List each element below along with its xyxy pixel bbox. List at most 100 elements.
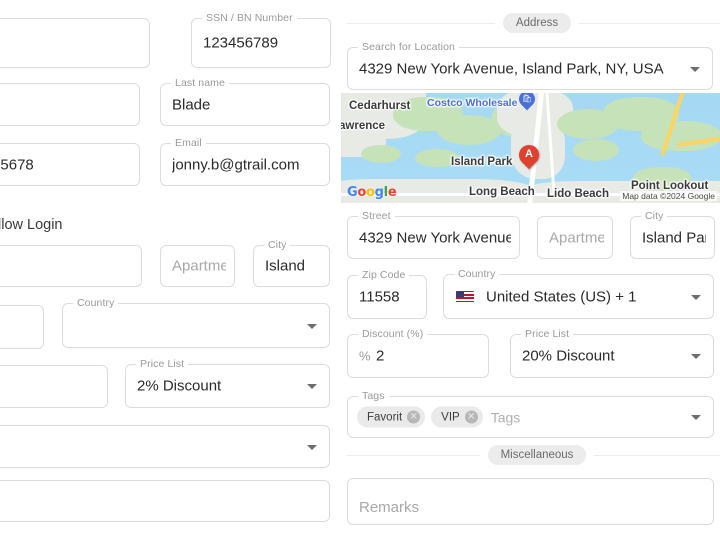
tag-chip-label: VIP bbox=[441, 411, 460, 423]
last-name-label: Last name bbox=[171, 77, 229, 90]
remarks-field[interactable]: Remarks bbox=[347, 478, 714, 525]
search-location-select[interactable]: Search for Location 4329 New York Avenue… bbox=[347, 41, 713, 90]
left-country-label: Country bbox=[73, 297, 119, 310]
address-section-header: Address bbox=[347, 13, 720, 33]
google-logo: Google bbox=[347, 185, 397, 200]
zip-code-value: 11558 bbox=[359, 288, 400, 306]
us-flag-icon bbox=[456, 290, 474, 303]
tag-chip-list: Favorit ✕ VIP ✕ Tags bbox=[357, 406, 521, 428]
discount-field[interactable]: Discount (%) % 2 bbox=[347, 328, 489, 378]
zip-code-label: Zip Code bbox=[358, 269, 410, 282]
account-name-value: LTD bbox=[0, 35, 141, 52]
price-list-value: 20% Discount bbox=[522, 347, 615, 365]
ssn-bn-number-label: SSN / BN Number bbox=[202, 12, 297, 25]
zip-code-field[interactable]: Zip Code 11558 bbox=[347, 269, 427, 319]
chevron-down-icon[interactable] bbox=[690, 66, 700, 72]
divider-left bbox=[347, 454, 480, 456]
street-field[interactable]: Street 4329 New York Avenue bbox=[347, 210, 520, 259]
email-value: jonny.b@gtrail.com bbox=[172, 156, 300, 173]
left-apartment-placeholder: Apartme… bbox=[172, 257, 226, 275]
divider-left bbox=[347, 22, 495, 24]
left-price-list-value: 2% Discount bbox=[137, 377, 222, 395]
ssn-bn-number-value: 123456789 bbox=[203, 34, 279, 52]
left-city-label: City bbox=[264, 239, 291, 252]
chevron-down-icon[interactable] bbox=[307, 323, 317, 329]
email-label: Email bbox=[171, 137, 206, 150]
country-value: United States (US) + 1 bbox=[486, 288, 637, 305]
divider-right bbox=[579, 22, 720, 24]
first-name-value: ny bbox=[0, 96, 131, 113]
chevron-down-icon[interactable] bbox=[691, 354, 701, 359]
city-label: City bbox=[641, 210, 668, 223]
email-field[interactable]: Email jonny.b@gtrail.com bbox=[160, 137, 330, 186]
country-select[interactable]: Country United States (US) + 1 bbox=[443, 268, 714, 319]
tag-chip[interactable]: VIP ✕ bbox=[431, 406, 483, 428]
map-label-lawrence: awrence bbox=[341, 120, 386, 132]
left-country-select[interactable]: Country bbox=[62, 297, 330, 348]
map-label-costco: Costco Wholesale bbox=[427, 97, 518, 109]
street-label: Street bbox=[358, 210, 395, 223]
search-location-label: Search for Location bbox=[358, 41, 459, 54]
percent-prefix-icon: % bbox=[359, 348, 371, 364]
apartment-placeholder: Apartme… bbox=[549, 229, 604, 246]
left-remarks-field[interactable] bbox=[0, 480, 330, 522]
map-label-island-park: Island Park bbox=[451, 156, 513, 168]
left-price-list-select[interactable]: Price List 2% Discount bbox=[125, 358, 330, 408]
left-price-list-label: Price List bbox=[136, 358, 189, 371]
phone-value: 700)123-45678 bbox=[0, 156, 34, 173]
tags-placeholder: Tags bbox=[490, 409, 521, 425]
first-name-field[interactable]: name ny bbox=[0, 83, 140, 126]
map-green bbox=[573, 139, 619, 161]
apartment-field[interactable]: Apartme… bbox=[537, 216, 613, 259]
tags-select[interactable]: Tags Favorit ✕ VIP ✕ Tags bbox=[347, 390, 714, 438]
remarks-placeholder: Remarks bbox=[359, 499, 420, 516]
phone-field[interactable]: e 700)123-45678 bbox=[0, 143, 140, 186]
miscellaneous-section-header: Miscellaneous bbox=[347, 445, 720, 465]
left-city-value: Island bbox=[265, 257, 306, 275]
tags-label: Tags bbox=[358, 390, 389, 403]
map-label-long-beach: Long Beach bbox=[469, 186, 535, 198]
left-apartment-field[interactable]: Apartme… bbox=[160, 245, 235, 287]
price-list-label: Price List bbox=[521, 328, 574, 341]
discount-label: Discount (%) bbox=[358, 328, 428, 341]
left-discount-field[interactable]: ount (%) bbox=[0, 365, 108, 408]
map-green bbox=[361, 145, 401, 163]
costco-map-pin-icon: 🛍 bbox=[515, 93, 539, 113]
discount-value: 2 bbox=[376, 347, 385, 365]
close-icon[interactable]: ✕ bbox=[407, 410, 421, 424]
street-value: 4329 New York Avenue bbox=[359, 229, 511, 246]
city-value: Island Par bbox=[642, 229, 706, 246]
customer-form-screen: t Name LTD SSN / BN Number 123456789 nam… bbox=[0, 0, 720, 540]
close-icon[interactable]: ✕ bbox=[464, 410, 478, 424]
tag-chip-label: Favorit bbox=[367, 411, 403, 423]
account-name-field[interactable]: t Name LTD bbox=[0, 18, 150, 68]
allow-login-label: llow Login bbox=[0, 217, 63, 233]
price-list-select[interactable]: Price List 20% Discount bbox=[510, 328, 714, 378]
miscellaneous-section-pill: Miscellaneous bbox=[487, 445, 587, 465]
map-attribution: Map data ©2024 Google bbox=[620, 191, 717, 201]
left-city-field[interactable]: City Island bbox=[253, 239, 330, 287]
search-location-value: 4329 New York Avenue, Island Park, NY, U… bbox=[359, 60, 664, 77]
pin-letter: A bbox=[525, 148, 533, 160]
left-zip-code-field[interactable]: ode bbox=[0, 305, 44, 349]
chevron-down-icon[interactable] bbox=[691, 294, 701, 300]
tag-chip[interactable]: Favorit ✕ bbox=[357, 406, 426, 428]
last-name-value: Blade bbox=[172, 96, 211, 113]
map-label-cedarhurst: Cedarhurst bbox=[349, 100, 411, 112]
chevron-down-icon[interactable] bbox=[307, 384, 317, 389]
address-section-pill: Address bbox=[502, 13, 572, 33]
location-map[interactable]: 🛍 Cedarhurst awrence Costco Wholesale Is… bbox=[341, 93, 720, 203]
left-street-field[interactable] bbox=[0, 245, 142, 287]
chevron-down-icon[interactable] bbox=[691, 415, 701, 420]
ssn-bn-number-field[interactable]: SSN / BN Number 123456789 bbox=[191, 12, 331, 68]
chevron-down-icon[interactable] bbox=[307, 444, 317, 450]
last-name-field[interactable]: Last name Blade bbox=[160, 77, 330, 126]
divider-right bbox=[594, 454, 720, 456]
map-green bbox=[641, 121, 720, 151]
location-marker-pin: A bbox=[514, 140, 544, 173]
map-label-lido-beach: Lido Beach bbox=[547, 188, 609, 200]
left-tags-select[interactable] bbox=[0, 425, 330, 468]
shopping-bag-icon: 🛍 bbox=[521, 94, 533, 103]
city-field[interactable]: City Island Par bbox=[630, 210, 715, 259]
country-label: Country bbox=[454, 268, 500, 281]
